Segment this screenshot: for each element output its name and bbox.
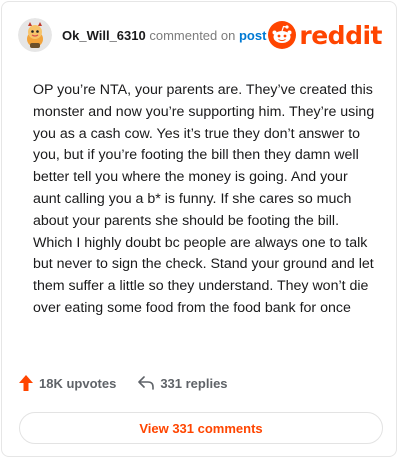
post-link[interactable]: post [239, 28, 266, 43]
reddit-logo-icon [268, 21, 297, 49]
snoo-avatar-icon [18, 18, 52, 52]
reply-count: 331 replies [160, 375, 228, 391]
comment-header: Ok_Will_6310 commented on post reddit [18, 16, 382, 54]
action-text: commented on [149, 27, 236, 43]
comment-body: OP you’re NTA, your parents are. They’ve… [33, 82, 375, 316]
comment-card: Ok_Will_6310 commented on post reddit OP… [1, 1, 397, 457]
reply-arrow-icon [138, 376, 155, 390]
brand-wordmark: reddit [299, 20, 382, 50]
reply-stat[interactable]: 331 replies [138, 375, 228, 391]
view-comments-button[interactable]: View 331 comments [19, 412, 383, 444]
comment-footer: 18K upvotes 331 replies [19, 375, 228, 391]
username-link[interactable]: Ok_Will_6310 [62, 28, 146, 43]
upvote-stat[interactable]: 18K upvotes [19, 375, 116, 391]
comment-attribution: Ok_Will_6310 commented on post [62, 28, 266, 43]
upvote-arrow-icon [19, 375, 33, 391]
reddit-logo[interactable]: reddit [268, 21, 382, 50]
avatar[interactable] [18, 18, 52, 52]
upvote-count: 18K upvotes [39, 375, 117, 391]
